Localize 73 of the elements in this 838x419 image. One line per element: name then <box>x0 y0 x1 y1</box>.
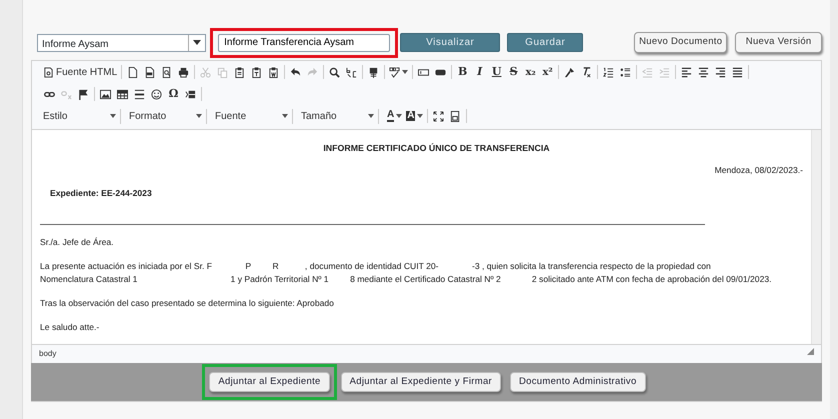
caret-icon <box>396 114 402 118</box>
caret-icon <box>196 114 202 118</box>
maximize-icon <box>433 110 444 122</box>
save-button[interactable]: Guardar <box>507 33 584 52</box>
attach-sign-button[interactable]: Adjuntar al Expediente y Firmar <box>340 372 501 392</box>
caret-icon <box>368 114 374 118</box>
horizontal-line-icon <box>134 88 145 100</box>
document-date: Mendoza, 08/02/2023.- <box>714 164 803 177</box>
preview-button[interactable]: Visualizar <box>400 33 500 52</box>
caret-icon <box>193 40 202 45</box>
smiley-icon <box>151 88 162 100</box>
paragraph: La presente actuación es iniciada por el Sr. F P R , documento de identidad CUIT 20- -3 , quien solicita la transferencia respecto de la propiedad con Nomenclatura Catastral 1 1 y Padrón Territorial Nº 1 8 mediante el Certificado Catastral Nº 2 2 solicitado ante ATM con fecha de aprobación del 09/01/2023. <box>40 260 773 286</box>
flag-icon <box>78 88 89 100</box>
indent-icon <box>659 66 670 78</box>
show-blocks-icon <box>450 110 462 122</box>
underline-button[interactable]: U <box>489 64 504 80</box>
font-dropdown[interactable]: Fuente <box>211 108 293 124</box>
align-center-icon <box>698 66 710 78</box>
paste-word-icon <box>268 66 280 78</box>
text-field-icon <box>418 66 430 78</box>
attach-button[interactable]: Adjuntar al Expediente <box>209 372 330 392</box>
unlink-icon <box>61 88 72 100</box>
print-icon <box>178 66 190 78</box>
cut-icon <box>200 66 212 78</box>
background-color-button[interactable]: A <box>405 108 424 124</box>
caret-icon <box>110 114 116 118</box>
administrative-document-button[interactable]: Documento Administrativo <box>510 372 646 392</box>
caret-icon <box>417 114 424 118</box>
new-page-icon <box>127 66 138 78</box>
copy-icon <box>217 66 228 78</box>
title-field[interactable]: Informe Transferencia Aysam <box>218 34 390 52</box>
paragraph: Le saludo atte.- <box>40 321 100 334</box>
page-break-icon <box>185 88 196 100</box>
paragraph: Tras la observación del caso presentado se determina lo siguiente: Aprobado <box>40 297 335 310</box>
text-color-button[interactable]: A <box>386 108 404 124</box>
new-version-button[interactable]: Nueva Versión <box>735 32 822 53</box>
source-button[interactable]: Fuente HTML <box>42 64 118 80</box>
special-character-button[interactable]: Ω <box>166 86 181 102</box>
strikethrough-button[interactable]: S <box>506 64 522 80</box>
format-dropdown[interactable]: Formato <box>125 108 207 124</box>
paste-icon <box>234 66 246 78</box>
source-icon <box>43 66 54 78</box>
caret-icon <box>282 114 288 118</box>
preview-icon <box>161 66 172 78</box>
numbered-list-icon <box>603 66 614 78</box>
superscript-button[interactable]: x² <box>540 64 556 80</box>
table-icon <box>117 88 128 100</box>
brush-icon <box>564 66 576 78</box>
template-select[interactable]: Informe Aysam <box>37 34 206 52</box>
file-number: Expediente: EE-244-2023 <box>50 187 153 200</box>
clear-format-icon <box>581 66 592 78</box>
undo-icon <box>290 66 302 78</box>
outdent-icon <box>642 66 654 78</box>
paste-text-icon <box>251 66 262 78</box>
justify-icon <box>732 66 744 78</box>
document-title: INFORME CERTIFICADO ÚNICO DE TRANSFERENCIA <box>322 142 551 155</box>
align-right-icon <box>715 66 726 78</box>
search-icon <box>329 66 340 78</box>
spellcheck-icon <box>389 66 400 78</box>
style-dropdown[interactable]: Estilo <box>39 108 121 124</box>
image-icon <box>100 88 111 100</box>
template-icon <box>368 66 380 78</box>
new-document-button[interactable]: Nuevo Documento <box>634 32 728 53</box>
bold-button[interactable]: B <box>455 64 470 80</box>
pdf-icon <box>144 66 156 78</box>
paragraph: Sr./a. Jefe de Área. <box>40 236 115 249</box>
subscript-button[interactable]: x₂ <box>523 64 538 80</box>
redo-icon <box>307 66 318 78</box>
element-path[interactable]: body <box>39 348 56 360</box>
align-left-icon <box>681 66 692 78</box>
italic-button[interactable]: I <box>472 64 488 80</box>
bulleted-list-icon <box>620 66 632 78</box>
size-dropdown[interactable]: Tamaño <box>297 108 379 124</box>
